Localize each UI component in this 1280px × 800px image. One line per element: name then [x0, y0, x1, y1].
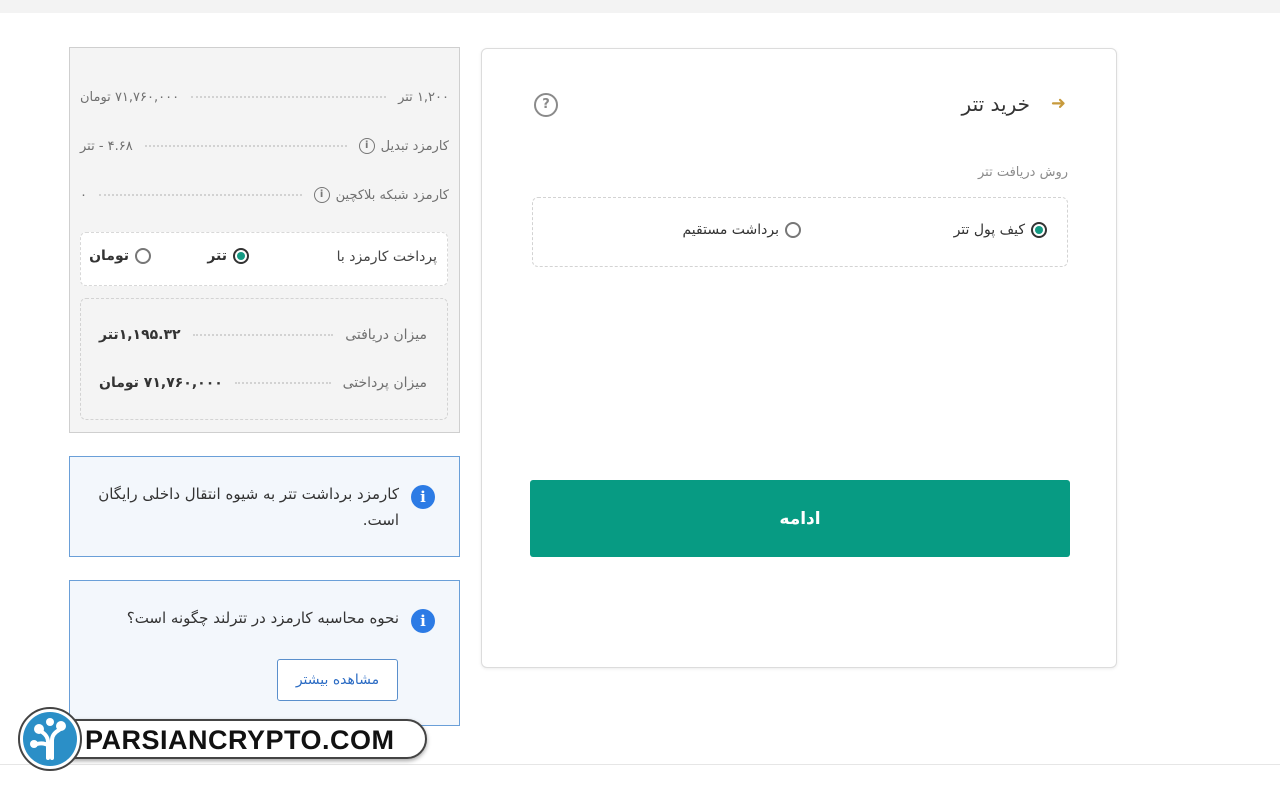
network-fee-row: کارمزد شبکه بلاکچین i ۰	[80, 184, 449, 206]
dotted-leader	[144, 145, 347, 147]
dotted-leader	[191, 96, 387, 98]
pay-fee-toman-radio[interactable]	[135, 248, 151, 264]
receive-method-label: روش دریافت تتر	[977, 165, 1068, 180]
logo-tree-icon	[18, 707, 82, 771]
info-circle-icon: i	[411, 485, 435, 509]
network-fee-label: کارمزد شبکه بلاکچین	[335, 187, 449, 203]
network-fee-value: ۰	[80, 187, 87, 203]
fee-calculation-note: i نحوه محاسبه کارمزد در تترلند چگونه است…	[69, 580, 460, 726]
direct-withdraw-radio[interactable]	[785, 222, 801, 238]
received-row: میزان دریافتی ۱,۱۹۵.۳۲تتر	[99, 323, 427, 347]
totals-box: میزان دریافتی ۱,۱۹۵.۳۲تتر میزان پرداختی …	[80, 298, 448, 420]
received-value: ۱,۱۹۵.۳۲تتر	[99, 327, 181, 343]
dotted-leader	[234, 382, 331, 384]
dotted-leader	[192, 334, 334, 336]
arrow-right-icon[interactable]: ➜	[1051, 92, 1066, 116]
pay-fee-with: پرداخت کارمزد با تتر تومان	[80, 232, 448, 286]
info-circle-icon[interactable]: i	[358, 138, 375, 154]
pay-fee-tether-radio[interactable]	[233, 248, 249, 264]
free-transfer-text: کارمزد برداشت تتر به شیوه انتقال داخلی ر…	[98, 485, 399, 529]
conversion-fee-label: کارمزد تبدیل	[380, 138, 449, 154]
watermark-logo: PARSIANCRYPTO.COM	[17, 706, 429, 771]
page-title: خرید تتر	[961, 92, 1030, 116]
paid-label: میزان پرداختی	[342, 375, 427, 391]
buy-tether-card: ➜ خرید تتر ? روش دریافت تتر کیف پول تتر …	[481, 48, 1117, 668]
pay-fee-tether-option[interactable]: تتر	[207, 248, 249, 264]
pay-fee-tether-label: تتر	[207, 248, 227, 264]
paid-value: ۷۱,۷۶۰,۰۰۰ تومان	[99, 375, 223, 391]
see-more-button[interactable]: مشاهده بیشتر	[277, 659, 398, 701]
top-bar	[0, 0, 1280, 13]
wallet-option-label: کیف پول تتر	[953, 222, 1025, 238]
conversion-fee-row: کارمزد تبدیل i ۴.۶۸ - تتر	[80, 135, 449, 157]
pay-fee-toman-option[interactable]: تومان	[89, 248, 151, 264]
fee-calculation-text: نحوه محاسبه کارمزد در تترلند چگونه است؟	[126, 609, 399, 627]
amount-row: ۱,۲۰۰ تتر ۷۱,۷۶۰,۰۰۰ تومان	[80, 86, 449, 108]
receive-method-options: کیف پول تتر برداشت مستقیم	[532, 197, 1068, 267]
network-fee-label-wrap: کارمزد شبکه بلاکچین i	[313, 187, 449, 203]
continue-button[interactable]: ادامه	[530, 480, 1070, 557]
conversion-fee-label-wrap: کارمزد تبدیل i	[358, 138, 449, 154]
conversion-fee-value: ۴.۶۸ - تتر	[80, 138, 133, 154]
pay-fee-toman-label: تومان	[89, 248, 129, 264]
amount-label: ۱,۲۰۰ تتر	[398, 89, 449, 105]
wallet-radio[interactable]	[1031, 222, 1047, 238]
direct-withdraw-option[interactable]: برداشت مستقیم	[682, 222, 801, 238]
order-summary: ۱,۲۰۰ تتر ۷۱,۷۶۰,۰۰۰ تومان کارمزد تبدیل …	[69, 47, 460, 433]
received-label: میزان دریافتی	[345, 327, 427, 343]
info-circle-icon[interactable]: i	[313, 187, 330, 203]
amount-value: ۷۱,۷۶۰,۰۰۰ تومان	[80, 89, 180, 105]
dotted-leader	[98, 194, 302, 196]
watermark-text: PARSIANCRYPTO.COM	[85, 725, 395, 755]
wallet-option[interactable]: کیف پول تتر	[954, 222, 1047, 238]
info-circle-icon: i	[411, 609, 435, 633]
paid-row: میزان پرداختی ۷۱,۷۶۰,۰۰۰ تومان	[99, 371, 427, 395]
pay-fee-label: پرداخت کارمزد با	[336, 249, 437, 265]
direct-withdraw-label: برداشت مستقیم	[682, 222, 779, 238]
card-header: ➜ خرید تتر	[482, 89, 1116, 119]
free-transfer-note: i کارمزد برداشت تتر به شیوه انتقال داخلی…	[69, 456, 460, 557]
question-circle-icon[interactable]: ?	[534, 93, 558, 117]
